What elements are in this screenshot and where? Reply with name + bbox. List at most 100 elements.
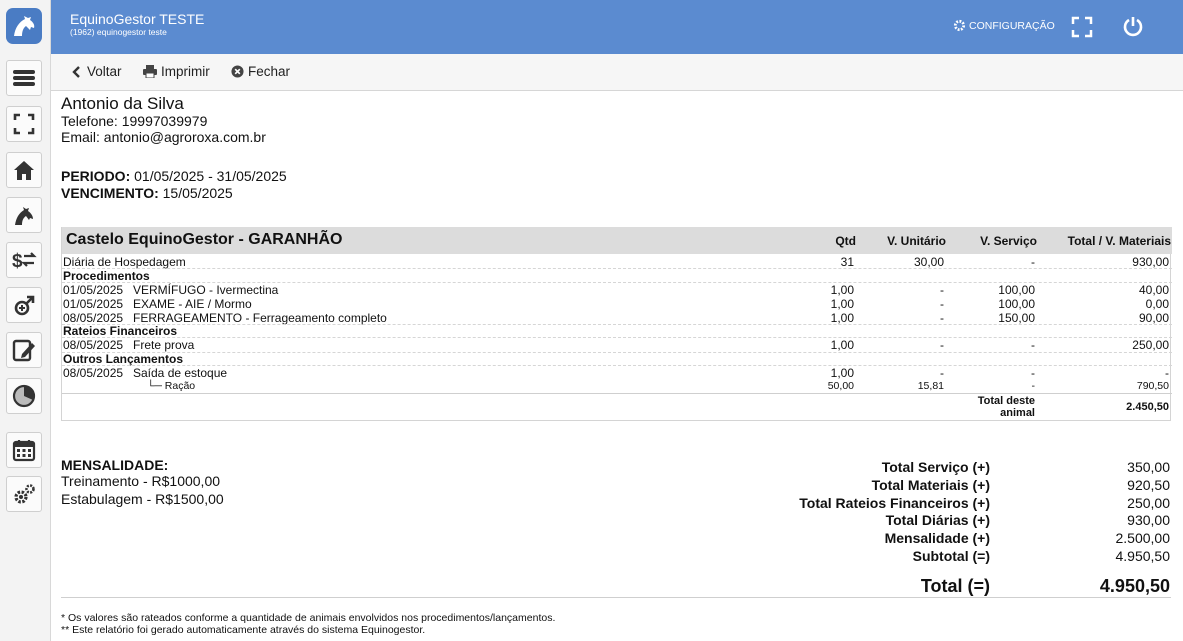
row-total: 90,00 xyxy=(1138,311,1169,325)
row-date: 01/05/2025 xyxy=(63,283,124,297)
toolbar: Voltar Imprimir Fechar xyxy=(51,54,1183,91)
row-unit: 30,00 xyxy=(913,255,944,269)
footnote: * Os valores são rateados conforme a qua… xyxy=(61,612,556,624)
total-label: Mensalidade (+) xyxy=(884,530,990,546)
mensalidade-item: Treinamento - R$1000,00 xyxy=(61,473,221,489)
row-unit: - xyxy=(940,311,944,325)
section-title: Rateios Financeiros xyxy=(63,324,178,338)
row-desc: └─ Ração xyxy=(147,380,196,392)
due-date: VENCIMENTO: 15/05/2025 xyxy=(61,185,233,201)
col-service: V. Serviço xyxy=(980,234,1037,248)
home-button[interactable] xyxy=(6,152,42,188)
total-value: 2.500,00 xyxy=(1115,530,1171,546)
row-desc: VERMÍFUGO - Ivermectina xyxy=(133,283,279,297)
back-label: Voltar xyxy=(87,64,122,79)
period-value: 01/05/2025 - 31/05/2025 xyxy=(134,168,287,184)
total-label: Total Diárias (+) xyxy=(885,512,990,528)
print-button[interactable]: Imprimir xyxy=(143,64,210,79)
row-qtd: 1,00 xyxy=(830,311,854,325)
close-circle-icon xyxy=(231,65,244,78)
horse-logo-icon[interactable] xyxy=(6,8,42,44)
row-total: - xyxy=(1165,366,1169,380)
grand-total-value: 4.950,50 xyxy=(1099,576,1170,596)
section-title: Outros Lançamentos xyxy=(63,352,184,366)
client-name: Antonio da Silva xyxy=(61,94,184,113)
total-label: Total Materiais (+) xyxy=(871,477,990,493)
sidebar: $ xyxy=(0,0,51,641)
row-desc: FERRAGEAMENTO - Ferrageamento completo xyxy=(133,311,387,325)
calendar-button[interactable] xyxy=(6,432,42,468)
row-total: 250,00 xyxy=(1132,338,1169,352)
animal-name: Castelo EquinoGestor - GARANHÃO xyxy=(66,231,343,248)
row-date: 01/05/2025 xyxy=(63,297,124,311)
fullscreen-icon xyxy=(13,113,35,135)
configuration-label: CONFIGURAÇÃO xyxy=(969,19,1055,32)
finance-button[interactable]: $ xyxy=(6,242,42,278)
row-service: 100,00 xyxy=(998,283,1035,297)
due-value: 15/05/2025 xyxy=(162,185,233,201)
total-label: Subtotal (=) xyxy=(912,548,990,564)
due-label: VENCIMENTO: xyxy=(61,185,159,201)
row-desc: Saída de estoque xyxy=(133,366,228,380)
phone-value: 19997039979 xyxy=(121,113,208,129)
animal-total-value: 2.450,50 xyxy=(1126,401,1169,413)
app-title: EquinoGestor TESTE xyxy=(70,11,205,27)
row-desc: Frete prova xyxy=(133,338,195,352)
money-transfer-icon: $ xyxy=(12,251,37,272)
animal-total-label: Total deste animal xyxy=(977,395,1035,419)
total-value: 350,00 xyxy=(1127,459,1170,475)
row-date: 08/05/2025 xyxy=(63,366,124,380)
row-service: - xyxy=(1031,255,1035,269)
period-label: PERIODO: xyxy=(61,168,131,184)
section-title: Procedimentos xyxy=(63,269,150,283)
row-desc: EXAME - AIE / Mormo xyxy=(133,297,252,311)
fullscreen-button[interactable] xyxy=(6,106,42,142)
col-total: Total / V. Materiais xyxy=(1067,234,1171,248)
row-total: 790,50 xyxy=(1136,380,1169,392)
fullscreen-icon[interactable] xyxy=(1071,16,1093,38)
charts-button[interactable] xyxy=(6,378,42,414)
reports-button[interactable] xyxy=(6,332,42,368)
row-total: 40,00 xyxy=(1138,283,1169,297)
email-value: antonio@agroroxa.com.br xyxy=(103,129,266,145)
app-subtitle: (1962) equinogestor teste xyxy=(70,27,167,37)
row-date: 08/05/2025 xyxy=(63,338,124,352)
row-date: 08/05/2025 xyxy=(63,311,124,325)
row-unit: - xyxy=(940,297,944,311)
male-gender-icon xyxy=(14,295,35,316)
row-qtd: 1,00 xyxy=(830,338,854,352)
configuration-button[interactable]: CONFIGURAÇÃO xyxy=(953,19,1055,32)
settings-button[interactable] xyxy=(6,476,42,512)
footnote: ** Este relatório foi gerado automaticam… xyxy=(61,624,426,636)
horse-icon xyxy=(15,207,33,225)
close-label: Fechar xyxy=(248,64,291,79)
row-qtd: 50,00 xyxy=(827,380,854,392)
row-unit: - xyxy=(940,338,944,352)
svg-text:$: $ xyxy=(12,251,23,272)
col-unit: V. Unitário xyxy=(887,234,946,248)
calendar-icon xyxy=(12,440,36,462)
menu-button[interactable] xyxy=(6,60,42,96)
table-header: Castelo EquinoGestor - GARANHÃO Qtd V. U… xyxy=(62,227,1172,254)
row-service: - xyxy=(1031,366,1035,380)
total-value: 920,50 xyxy=(1127,477,1170,493)
home-icon xyxy=(14,161,34,180)
back-button[interactable]: Voltar xyxy=(71,64,122,79)
total-value: 930,00 xyxy=(1127,512,1170,528)
horses-button[interactable] xyxy=(6,197,42,233)
row-qtd: 1,00 xyxy=(830,366,854,380)
row-qtd: 31 xyxy=(840,255,854,269)
power-icon[interactable] xyxy=(1122,15,1144,37)
row-qtd: 1,00 xyxy=(830,283,854,297)
email-label: Email: xyxy=(61,129,100,145)
pie-chart-icon xyxy=(12,384,36,408)
row-qtd: 1,00 xyxy=(830,297,854,311)
chevron-left-icon xyxy=(72,65,80,78)
top-bar: EquinoGestor TESTE (1962) equinogestor t… xyxy=(51,0,1183,54)
row-total: 930,00 xyxy=(1132,255,1169,269)
row-service: - xyxy=(1031,338,1035,352)
close-button[interactable]: Fechar xyxy=(231,64,290,79)
breeding-button[interactable] xyxy=(6,287,42,323)
row-unit: 15,81 xyxy=(917,380,944,392)
row-desc: Diária de Hospedagem xyxy=(63,255,186,269)
